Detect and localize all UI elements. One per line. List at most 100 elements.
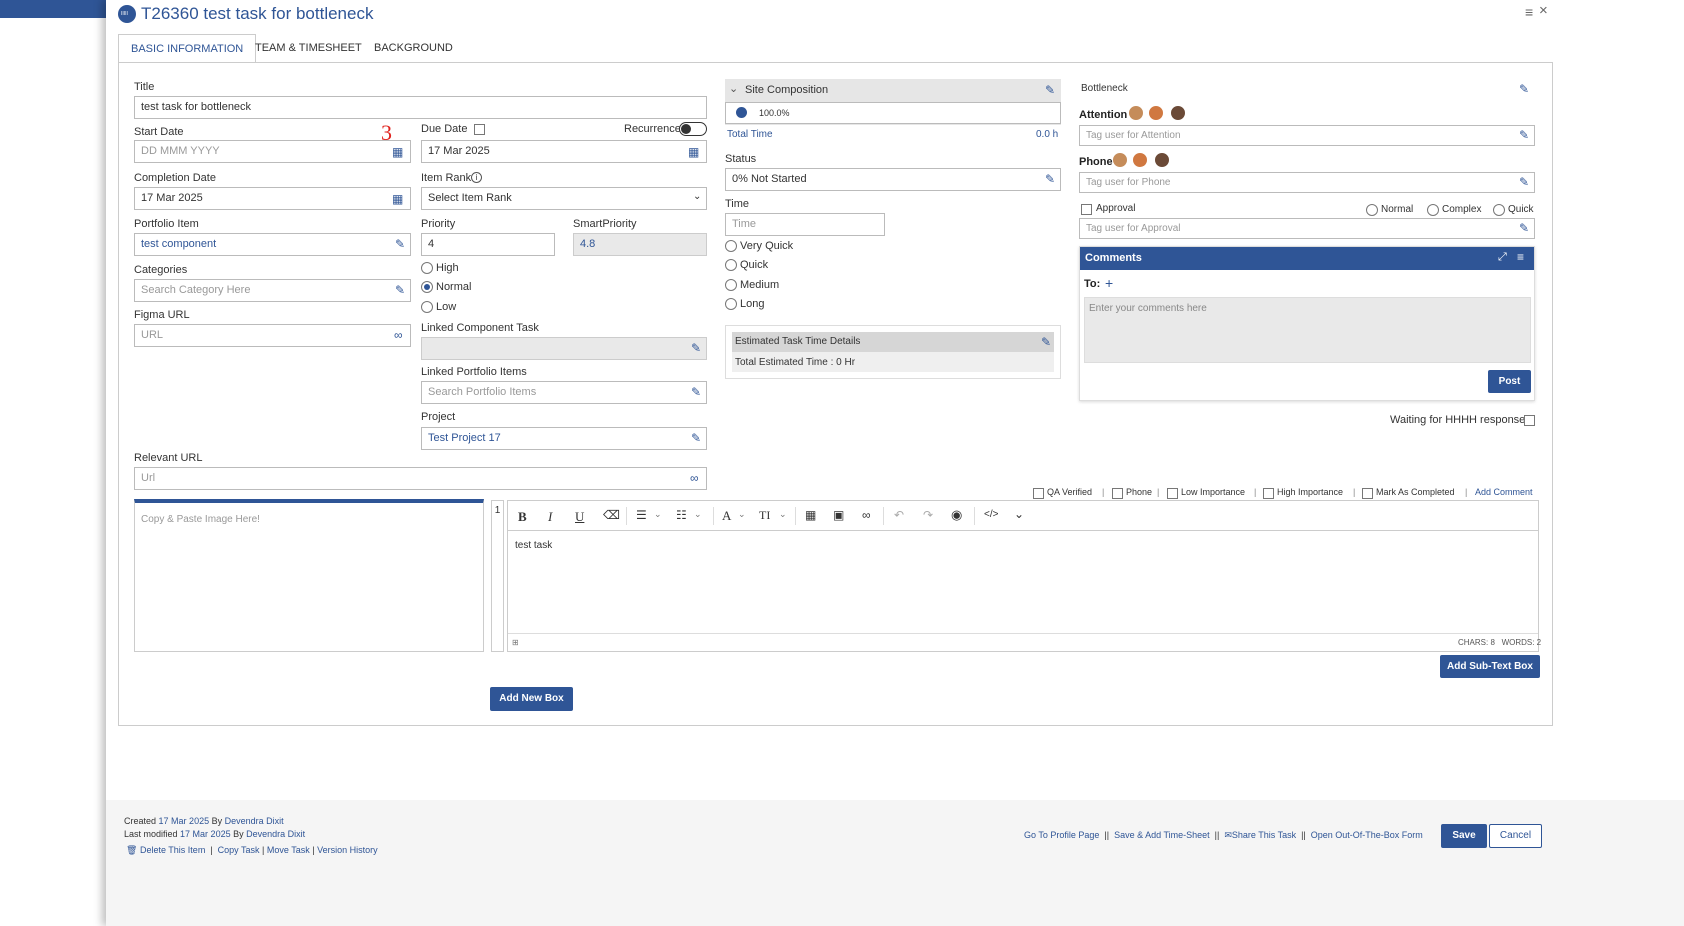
link-icon[interactable]: ∞ bbox=[394, 329, 403, 341]
linked-component-input[interactable] bbox=[421, 337, 707, 360]
chevron-down-icon[interactable]: ⌄ bbox=[694, 509, 702, 520]
menu-icon[interactable]: ≡ bbox=[1517, 250, 1524, 264]
relevant-url-input[interactable]: Url bbox=[134, 467, 707, 490]
approval-checkbox[interactable] bbox=[1081, 204, 1092, 215]
share-task-link[interactable]: Share This Task bbox=[1232, 830, 1296, 840]
menu-icon[interactable]: ≡ bbox=[1525, 4, 1533, 20]
edit-icon[interactable]: ✎ bbox=[1045, 173, 1055, 185]
add-comment-link[interactable]: Add Comment bbox=[1475, 487, 1533, 497]
comment-textarea[interactable]: Enter your comments here bbox=[1084, 297, 1531, 363]
edit-icon[interactable]: ✎ bbox=[691, 386, 701, 398]
font-size-icon[interactable]: TI bbox=[759, 508, 770, 523]
time-medium-radio[interactable] bbox=[725, 279, 737, 291]
close-icon[interactable]: × bbox=[1539, 2, 1548, 19]
calendar-icon[interactable]: ▦ bbox=[392, 146, 403, 158]
numbered-list-icon[interactable]: ☷ bbox=[676, 508, 687, 522]
low-importance-checkbox[interactable] bbox=[1167, 488, 1178, 499]
bold-icon[interactable]: B bbox=[518, 509, 527, 525]
edit-icon[interactable]: ✎ bbox=[1041, 336, 1051, 348]
expand-icon[interactable]: ⤢ bbox=[1498, 251, 1507, 264]
editor-content[interactable]: test task bbox=[515, 540, 552, 551]
delete-icon[interactable]: 🗑 bbox=[126, 845, 137, 855]
priority-input[interactable]: 4 bbox=[421, 233, 555, 256]
approval-quick-radio[interactable] bbox=[1493, 204, 1505, 216]
status-input[interactable]: 0% Not Started bbox=[725, 168, 1061, 191]
edit-icon[interactable]: ✎ bbox=[395, 284, 405, 296]
go-to-profile-link[interactable]: Go To Profile Page bbox=[1024, 830, 1099, 840]
edit-icon[interactable]: ✎ bbox=[395, 238, 405, 250]
phone-flag-checkbox[interactable] bbox=[1112, 488, 1123, 499]
waiting-checkbox[interactable] bbox=[1524, 415, 1535, 426]
avatar[interactable] bbox=[1170, 105, 1186, 121]
font-color-icon[interactable]: A bbox=[722, 508, 731, 524]
copy-task-link[interactable]: Copy Task bbox=[218, 845, 260, 855]
edit-icon[interactable]: ✎ bbox=[1519, 129, 1529, 141]
avatar[interactable] bbox=[1112, 152, 1128, 168]
open-out-of-box-form-link[interactable]: Open Out-Of-The-Box Form bbox=[1311, 830, 1423, 840]
cancel-button[interactable]: Cancel bbox=[1489, 824, 1542, 848]
start-date-input[interactable]: DD MMM YYYY bbox=[134, 140, 411, 163]
priority-high-radio[interactable] bbox=[421, 262, 433, 274]
high-importance-checkbox[interactable] bbox=[1263, 488, 1274, 499]
edit-icon[interactable]: ✎ bbox=[691, 432, 701, 444]
edit-icon[interactable]: ✎ bbox=[1045, 84, 1055, 96]
due-date-checkbox[interactable] bbox=[474, 124, 485, 135]
info-icon[interactable]: i bbox=[471, 172, 482, 183]
italic-icon[interactable]: I bbox=[548, 509, 552, 525]
approval-complex-radio[interactable] bbox=[1427, 204, 1439, 216]
phone-input[interactable]: Tag user for Phone bbox=[1079, 172, 1535, 193]
edit-icon[interactable]: ✎ bbox=[691, 342, 701, 354]
attention-input[interactable]: Tag user for Attention bbox=[1079, 125, 1535, 146]
image-icon[interactable]: ▣ bbox=[833, 508, 844, 522]
version-history-link[interactable]: Version History bbox=[317, 845, 378, 855]
recurrence-toggle[interactable] bbox=[679, 122, 707, 136]
tab-team-timesheet[interactable]: TEAM & TIMESHEET bbox=[243, 34, 374, 63]
post-button[interactable]: Post bbox=[1488, 370, 1531, 393]
priority-low-radio[interactable] bbox=[421, 301, 433, 313]
table-icon[interactable]: ▦ bbox=[805, 508, 816, 522]
priority-normal-radio[interactable] bbox=[421, 281, 433, 293]
created-by[interactable]: Devendra Dixit bbox=[225, 816, 284, 826]
resize-grip-icon[interactable]: ⊞ bbox=[512, 638, 519, 647]
edit-icon[interactable]: ✎ bbox=[1519, 176, 1529, 188]
avatar[interactable] bbox=[1154, 152, 1170, 168]
completion-date-input[interactable]: 17 Mar 2025 bbox=[134, 187, 411, 210]
approval-normal-radio[interactable] bbox=[1366, 204, 1378, 216]
redo-icon[interactable]: ↷ bbox=[923, 508, 933, 522]
chevron-down-icon[interactable]: ⌄ bbox=[729, 82, 738, 95]
time-quick-radio[interactable] bbox=[725, 259, 737, 271]
linked-portfolio-input[interactable]: Search Portfolio Items bbox=[421, 381, 707, 404]
project-input[interactable]: Test Project 17 bbox=[421, 427, 707, 450]
approval-input[interactable]: Tag user for Approval bbox=[1079, 218, 1535, 239]
tab-basic-information[interactable]: BASIC INFORMATION bbox=[118, 34, 257, 63]
undo-icon[interactable]: ↶ bbox=[894, 508, 904, 522]
calendar-icon[interactable]: ▦ bbox=[392, 193, 403, 205]
source-code-icon[interactable]: </> bbox=[984, 509, 998, 520]
underline-icon[interactable]: U bbox=[575, 509, 584, 525]
add-new-box-button[interactable]: Add New Box bbox=[490, 687, 573, 711]
tab-background[interactable]: BACKGROUND bbox=[362, 34, 465, 63]
add-recipient-icon[interactable]: + bbox=[1105, 275, 1113, 291]
calendar-icon[interactable]: ▦ bbox=[688, 146, 699, 158]
avatar[interactable] bbox=[1148, 105, 1164, 121]
preview-eye-icon[interactable]: ◉ bbox=[951, 507, 962, 523]
mark-completed-checkbox[interactable] bbox=[1362, 488, 1373, 499]
time-very-quick-radio[interactable] bbox=[725, 240, 737, 252]
eraser-icon[interactable]: ⌫ bbox=[603, 508, 620, 522]
chevron-down-icon[interactable]: ⌄ bbox=[693, 191, 701, 202]
link-icon[interactable]: ∞ bbox=[690, 472, 699, 484]
more-chevron-icon[interactable]: ⌄ bbox=[1014, 507, 1024, 521]
delete-item-link[interactable]: Delete This Item bbox=[140, 845, 205, 855]
categories-input[interactable]: Search Category Here bbox=[134, 279, 411, 302]
edit-icon[interactable]: ✎ bbox=[1519, 83, 1529, 95]
qa-verified-checkbox[interactable] bbox=[1033, 488, 1044, 499]
due-date-input[interactable]: 17 Mar 2025 bbox=[421, 140, 707, 163]
avatar[interactable] bbox=[1132, 152, 1148, 168]
time-long-radio[interactable] bbox=[725, 298, 737, 310]
save-button[interactable]: Save bbox=[1441, 824, 1487, 848]
avatar[interactable] bbox=[1128, 105, 1144, 121]
move-task-link[interactable]: Move Task bbox=[267, 845, 310, 855]
chevron-down-icon[interactable]: ⌄ bbox=[738, 509, 746, 520]
save-add-timesheet-link[interactable]: Save & Add Time-Sheet bbox=[1114, 830, 1210, 840]
modified-by[interactable]: Devendra Dixit bbox=[246, 829, 305, 839]
